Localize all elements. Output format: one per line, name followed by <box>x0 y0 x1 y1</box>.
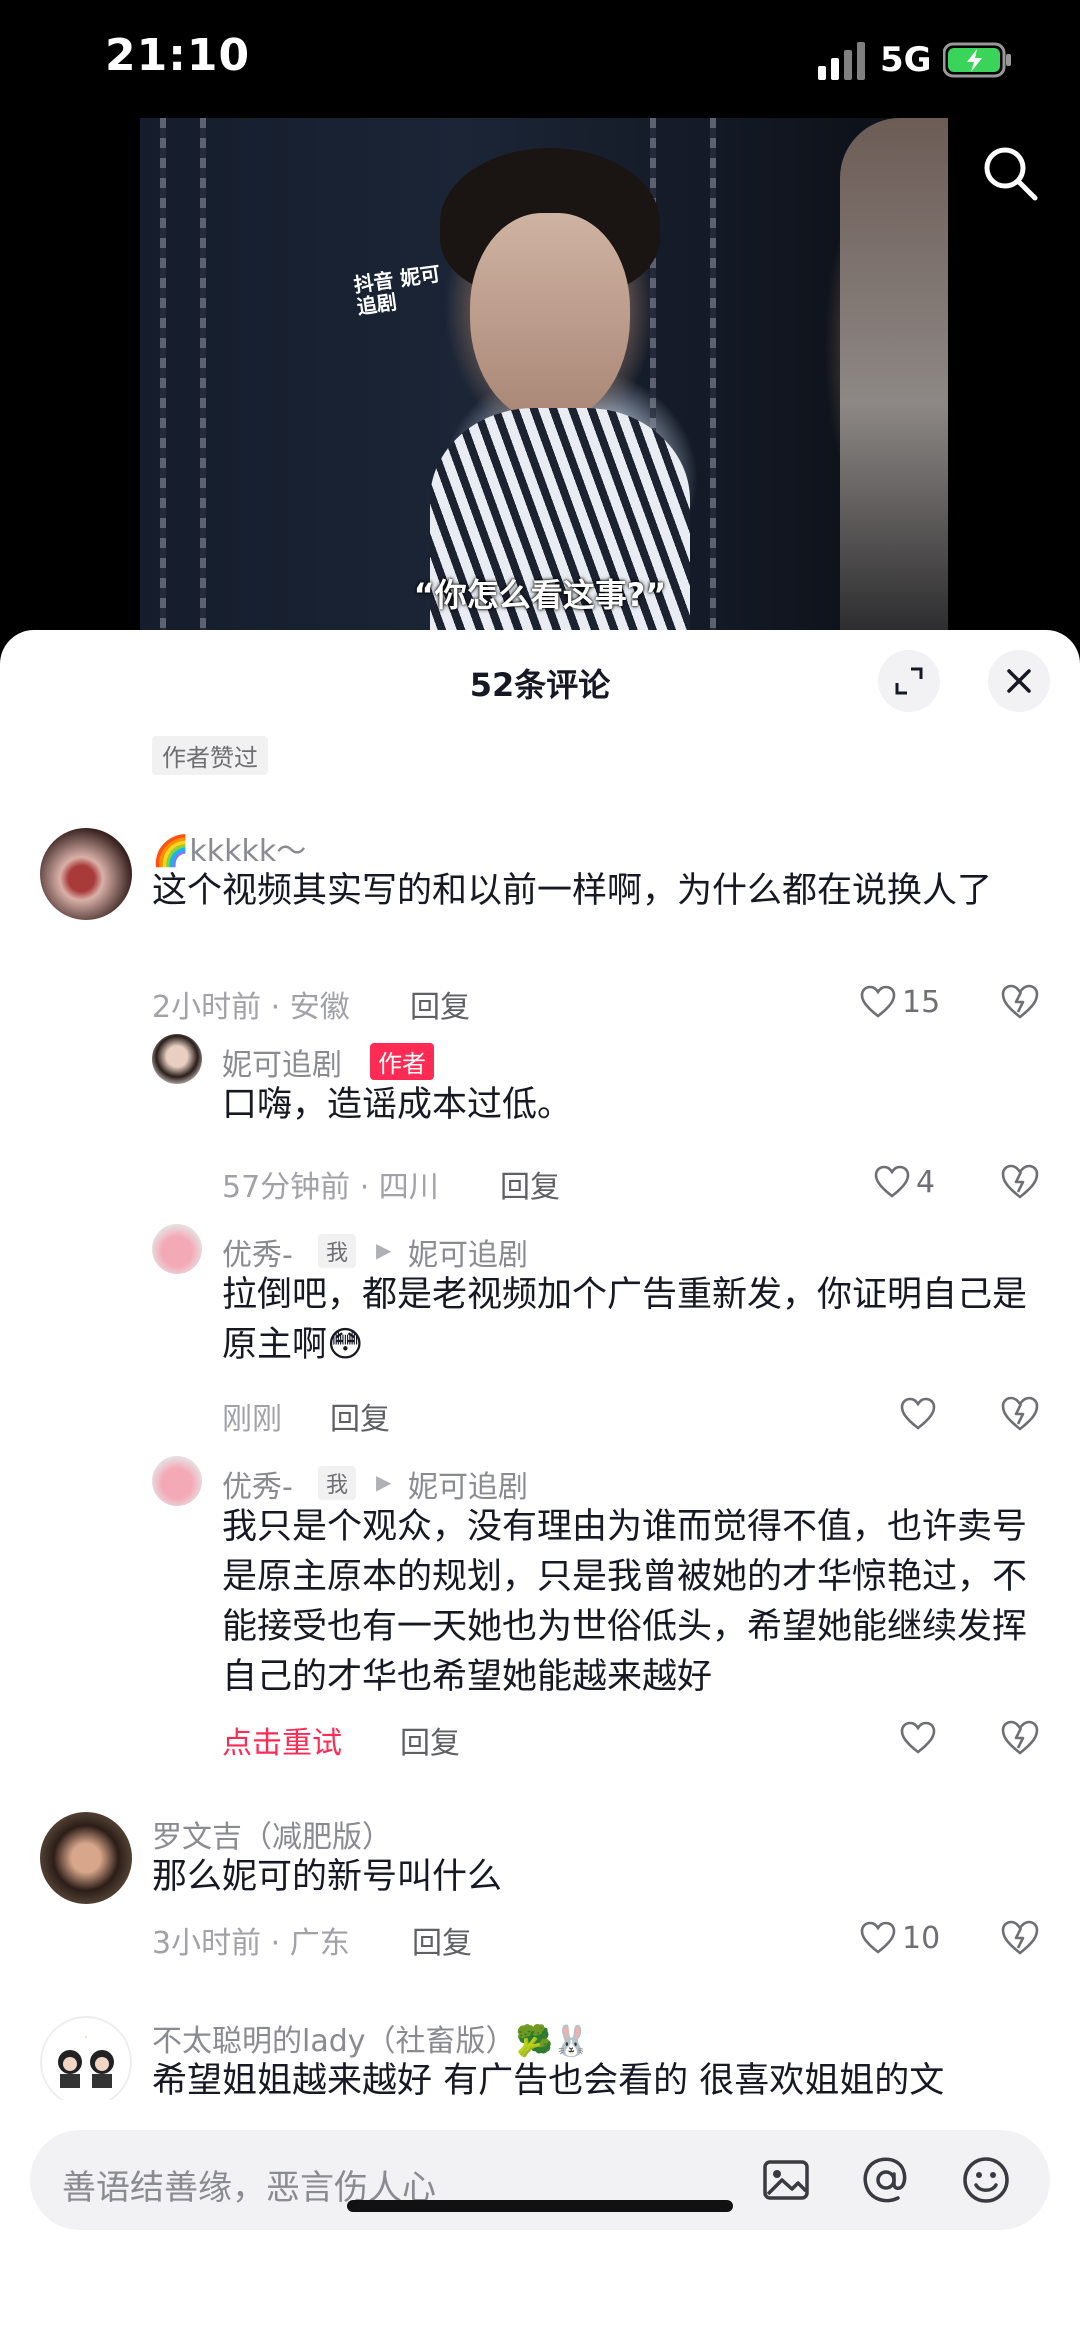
dislike-icon[interactable] <box>1000 1162 1040 1202</box>
comment-meta: 刚刚 <box>222 1402 282 1437</box>
reply-button[interactable]: 回复 <box>410 982 470 1026</box>
comment-meta: 2小时前 · 安徽 <box>152 990 350 1025</box>
close-button[interactable] <box>988 650 1050 712</box>
author-liked-tag: 作者赞过 <box>152 736 268 775</box>
close-icon <box>1007 669 1031 693</box>
video-subtitle: “你怎么看这事?” <box>413 576 667 614</box>
avatar[interactable] <box>152 1224 202 1274</box>
at-icon[interactable] <box>860 2154 912 2206</box>
comment-text[interactable]: 拉倒吧，都是老视频加个广告重新发，你证明自己是原主啊😳 <box>222 1270 1042 1370</box>
avatar-illustration: · <box>58 2033 114 2088</box>
heart-icon <box>860 1921 896 1954</box>
heart-icon <box>900 1397 936 1430</box>
like-button[interactable] <box>900 1394 942 1434</box>
comment-username[interactable]: 妮可追剧 <box>222 1040 342 1084</box>
comment-meta: 3小时前 · 广东 <box>152 1926 350 1961</box>
video-player[interactable]: 抖音 妮可追剧 “你怎么看这事?” <box>0 118 1080 638</box>
reply-button[interactable]: 回复 <box>500 1162 560 1206</box>
heart-icon <box>874 1165 910 1198</box>
like-count: 10 <box>902 1920 941 1956</box>
emoji-icon[interactable] <box>960 2154 1012 2206</box>
network-label: 5G <box>880 40 932 80</box>
avatar[interactable] <box>40 828 132 920</box>
comment-input-area: 善语结善缘，恶言伤人心 <box>0 2100 1080 2337</box>
home-indicator[interactable] <box>347 2200 733 2212</box>
expand-button[interactable] <box>878 650 940 712</box>
heart-icon <box>860 985 896 1018</box>
heart-icon <box>900 1721 936 1754</box>
like-button[interactable] <box>900 1718 942 1758</box>
comment-username[interactable]: 🌈kkkkk～ <box>152 826 306 870</box>
dislike-icon[interactable] <box>1000 1718 1040 1758</box>
reply-arrow-icon: ▶ <box>376 1470 392 1494</box>
comment-text[interactable]: 这个视频其实写的和以前一样啊，为什么都在说换人了 <box>152 866 1042 916</box>
comment-text[interactable]: 我只是个观众，没有理由为谁而觉得不值，也许卖号是原主原本的规划，只是我曾被她的才… <box>222 1502 1042 1702</box>
comment-username[interactable]: 优秀- <box>222 1230 293 1274</box>
video-frame <box>140 118 948 638</box>
like-count: 15 <box>902 984 941 1020</box>
comment-text[interactable]: 希望姐姐越来越好 有广告也会看的 很喜欢姐姐的文 <box>152 2056 1052 2106</box>
reply-to-username[interactable]: 妮可追剧 <box>408 1230 528 1274</box>
comment-input[interactable]: 善语结善缘，恶言伤人心 <box>30 2130 1050 2230</box>
avatar[interactable] <box>152 1456 202 1506</box>
avatar[interactable]: · <box>40 2016 132 2108</box>
me-badge: 我 <box>318 1466 357 1500</box>
comment-text[interactable]: 那么妮可的新号叫什么 <box>152 1852 1042 1902</box>
expand-icon <box>895 667 923 695</box>
battery-icon <box>943 42 1011 78</box>
comment-sheet: 52条评论 作者赞过 🌈kkkkk～ 这个视频其实写的和以前一样啊，为什么都在说… <box>0 630 1080 2337</box>
signal-icon <box>818 42 868 80</box>
like-button[interactable]: 10 <box>860 1918 940 1958</box>
dislike-icon[interactable] <box>1000 982 1040 1022</box>
dislike-icon[interactable] <box>1000 1918 1040 1958</box>
avatar[interactable] <box>152 1034 202 1084</box>
reply-arrow-icon: ▶ <box>376 1238 392 1262</box>
reply-button[interactable]: 回复 <box>330 1394 390 1438</box>
reply-to-username[interactable]: 妮可追剧 <box>408 1462 528 1506</box>
dislike-icon[interactable] <box>1000 1394 1040 1434</box>
comment-username[interactable]: 罗文吉（减肥版） <box>152 1812 392 1856</box>
like-button[interactable]: 4 <box>874 1162 935 1202</box>
like-count: 4 <box>916 1164 936 1200</box>
comment-meta: 57分钟前 · 四川 <box>222 1170 439 1205</box>
avatar[interactable] <box>40 1812 132 1904</box>
search-icon[interactable] <box>980 143 1040 203</box>
comment-username[interactable]: 优秀- <box>222 1462 293 1506</box>
image-icon[interactable] <box>760 2154 812 2206</box>
comment-username[interactable]: 不太聪明的lady（社畜版）🥦🐰 <box>152 2016 590 2060</box>
me-badge: 我 <box>318 1234 357 1268</box>
like-button[interactable]: 15 <box>860 982 940 1022</box>
author-badge: 作者 <box>370 1043 434 1080</box>
status-time: 21:10 <box>105 30 251 81</box>
svg-text:·: · <box>85 2033 88 2043</box>
reply-button[interactable]: 回复 <box>412 1918 472 1962</box>
retry-button[interactable]: 点击重试 <box>222 1718 342 1762</box>
reply-button[interactable]: 回复 <box>400 1718 460 1762</box>
comment-text[interactable]: 口嗨，造谣成本过低。 <box>222 1080 1042 1130</box>
status-bar: 21:10 5G <box>0 0 1080 120</box>
